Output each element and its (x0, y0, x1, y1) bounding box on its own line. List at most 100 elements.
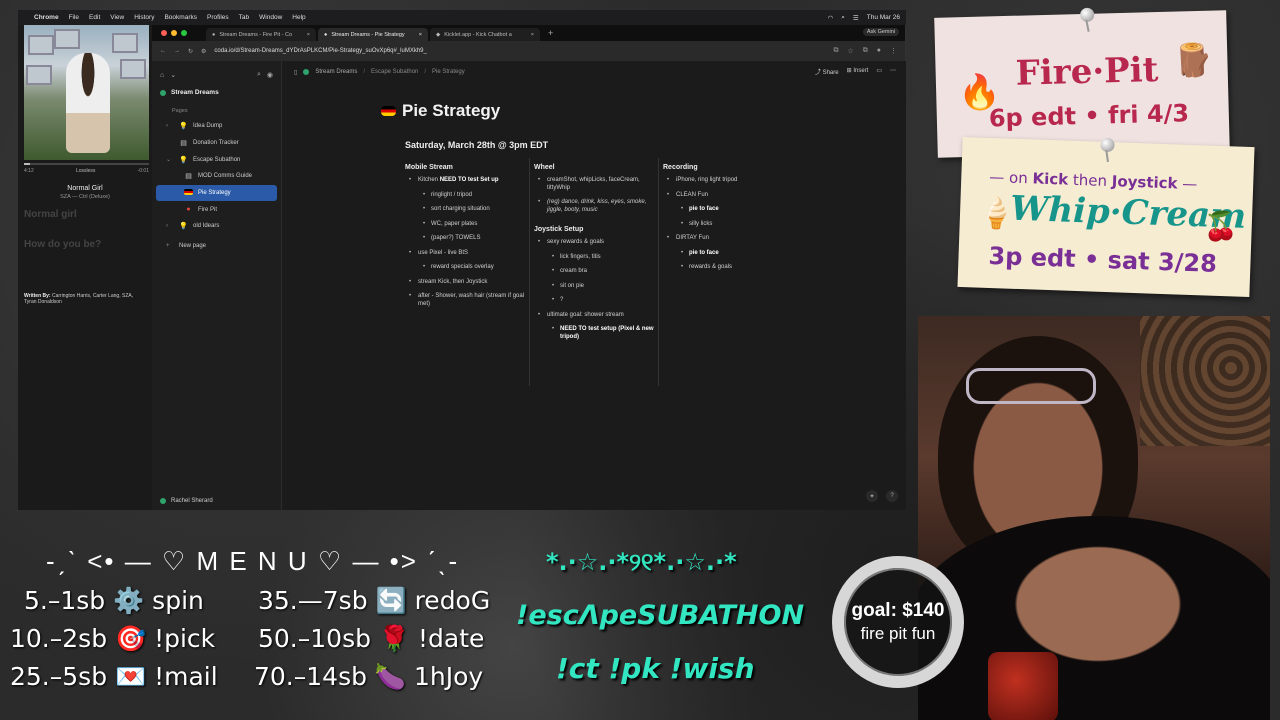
maximize-window-icon[interactable] (181, 30, 187, 36)
chevron-down-icon[interactable]: ⌄ (166, 156, 174, 163)
column-heading[interactable]: Mobile Stream (405, 164, 525, 171)
help-icon[interactable]: ? (886, 490, 898, 502)
list-item[interactable]: pie to face (663, 250, 784, 258)
menubar-clock[interactable]: Thu Mar 26 (867, 14, 900, 21)
sidebar-item-donation-tracker[interactable]: ▤ Donation Tracker (156, 135, 277, 152)
coda-favicon: ● (212, 31, 216, 38)
ask-gemini-button[interactable]: Ask Gemini (862, 28, 899, 36)
share-button[interactable]: ⤴ Share (815, 67, 839, 76)
list-item[interactable]: pie to face (663, 206, 784, 214)
list-item[interactable]: NEED TO test setup (Pixel & new tripod) (534, 326, 654, 341)
bookmark-star-icon[interactable]: ☆ (847, 47, 853, 55)
close-tab-icon[interactable]: × (307, 32, 310, 38)
app-menu-chrome[interactable]: Chrome (34, 14, 59, 21)
list-item[interactable]: ringlight / tripod (405, 192, 525, 200)
browser-tab[interactable]: ● Stream Dreams - Pie Strategy × (318, 28, 428, 41)
list-item[interactable]: iPhone, ring light tripod (663, 177, 784, 185)
list-item[interactable]: sexy rewards & goals (534, 239, 654, 247)
menu-tab[interactable]: Tab (239, 14, 249, 21)
chevron-down-icon[interactable]: ⌄ (170, 71, 176, 79)
list-item[interactable]: sort charging situation (405, 206, 525, 214)
floating-actions: ✦ ? (866, 490, 898, 502)
back-icon[interactable]: ← (160, 48, 166, 54)
wifi-icon[interactable]: ◠ (828, 14, 834, 22)
list-item[interactable]: use Pixel - live BtS (405, 250, 525, 258)
list-item[interactable]: ultimate goal: shower stream (534, 312, 654, 320)
list-item[interactable]: (paper?) TOWELS (405, 235, 525, 243)
list-item[interactable]: WC, paper plates (405, 221, 525, 229)
user-profile[interactable]: Rachel Sherard (160, 498, 213, 504)
more-icon[interactable]: ⋯ (890, 67, 896, 76)
browser-tab[interactable]: ● Stream Dreams - Fire Pit - Co × (206, 28, 316, 41)
new-tab-icon[interactable]: + (542, 28, 559, 38)
ai-assist-icon[interactable]: ✦ (866, 490, 878, 502)
browser-tab[interactable]: ◆ Kicklet.app - Kick Chatbot a × (430, 28, 540, 41)
lightbulb-icon: 💡 (179, 156, 188, 164)
menu-view[interactable]: View (110, 14, 124, 21)
column-heading[interactable]: Recording (663, 164, 784, 171)
menu-help[interactable]: Help (292, 14, 305, 21)
sidebar-toggle-icon[interactable]: ▯ (294, 69, 297, 76)
column-heading[interactable]: Wheel (534, 164, 654, 171)
insert-button[interactable]: ⊞ Insert (847, 67, 869, 76)
close-tab-icon[interactable]: × (531, 32, 534, 38)
menu-history[interactable]: History (134, 14, 154, 21)
list-item[interactable]: creamShot, whipLicks, faceCream, tittyWh… (534, 177, 654, 192)
sidebar-item-idea-dump[interactable]: › 💡 Idea Dump (156, 118, 277, 135)
menu-edit[interactable]: Edit (89, 14, 100, 21)
list-item[interactable]: cream bra (534, 268, 654, 276)
profile-icon[interactable]: ● (877, 47, 881, 55)
list-item[interactable]: lick fingers, titis (534, 254, 654, 262)
url-field[interactable]: coda.io/d/Stream-Dreams_dYDrAsPLKCM/Pie-… (214, 48, 426, 54)
list-item[interactable]: Kitchen NEED TO test Set up (405, 177, 525, 185)
sidebar-item-fire-pit[interactable]: ● Fire Pit (156, 201, 277, 218)
install-icon[interactable]: ⧉ (833, 47, 838, 55)
menu-profiles[interactable]: Profiles (207, 14, 229, 21)
list-item[interactable]: rewards & goals (663, 264, 784, 272)
breadcrumb-item[interactable]: Escape Subathon (371, 69, 418, 75)
reload-icon[interactable]: ↻ (188, 48, 193, 55)
breadcrumb-item[interactable]: Stream Dreams (315, 69, 357, 75)
sidebar-item-old-idears[interactable]: › 💡 old Idears (156, 218, 277, 235)
menu-window[interactable]: Window (259, 14, 282, 21)
notifications-icon[interactable]: ◉ (267, 71, 273, 79)
more-menu-icon[interactable]: ⋮ (890, 47, 897, 55)
doc-title[interactable]: Stream Dreams (152, 83, 281, 102)
list-item[interactable]: DIRTAY Fun (663, 235, 784, 243)
list-item[interactable]: reward specials overlay (405, 264, 525, 272)
menu-item: 10.–2sb 🎯 !pick (10, 624, 216, 653)
list-item[interactable]: ? (534, 297, 654, 305)
list-item[interactable]: silly licks (663, 221, 784, 229)
extensions-icon[interactable]: ⧉ (863, 47, 868, 55)
close-window-icon[interactable] (161, 30, 167, 36)
sidebar-item-escape-subathon[interactable]: ⌄ 💡 Escape Subathon (156, 151, 277, 168)
chevron-right-icon[interactable]: › (166, 123, 174, 129)
site-info-icon[interactable]: ⚙ (201, 48, 206, 55)
sidebar-item-pie-strategy[interactable]: Pie Strategy (156, 184, 277, 202)
list-item[interactable]: (reg) dance, drink, kiss, eyes, smoke, j… (534, 199, 654, 214)
chevron-right-icon[interactable]: › (166, 223, 174, 229)
minimize-window-icon[interactable] (171, 30, 177, 36)
user-name: Rachel Sherard (171, 498, 213, 504)
comments-icon[interactable]: ▭ (876, 67, 882, 76)
search-icon[interactable]: ⌕ (841, 14, 845, 22)
new-page-button[interactable]: + New page (156, 238, 277, 255)
page-title-text[interactable]: Pie Strategy (402, 101, 500, 121)
close-tab-icon[interactable]: × (419, 32, 422, 38)
list-item[interactable]: stream Kick, then Joystick (405, 279, 525, 287)
sidebar-item-mod-comms-guide[interactable]: ▤ MOD Comms Guide (156, 168, 277, 185)
sidebar-item-label: MOD Comms Guide (198, 173, 253, 180)
list-item[interactable]: after - Shower, wash hair (stream if goa… (405, 293, 525, 308)
list-item[interactable]: CLEAN Fun (663, 192, 784, 200)
search-icon[interactable]: ⌕ (257, 71, 261, 79)
menu-file[interactable]: File (69, 14, 79, 21)
control-center-icon[interactable]: ☰ (853, 14, 859, 22)
page-subheading[interactable]: Saturday, March 28th @ 3pm EDT (405, 140, 548, 150)
list-item[interactable]: sit on pie (534, 283, 654, 291)
home-icon[interactable]: ⌂ (160, 72, 164, 79)
menu-bookmarks[interactable]: Bookmarks (164, 14, 197, 21)
forward-icon[interactable]: → (174, 48, 180, 54)
column-heading[interactable]: Joystick Setup (534, 226, 654, 233)
track-progress-bar[interactable] (24, 163, 149, 165)
breadcrumb-item[interactable]: Pie Strategy (432, 69, 465, 75)
